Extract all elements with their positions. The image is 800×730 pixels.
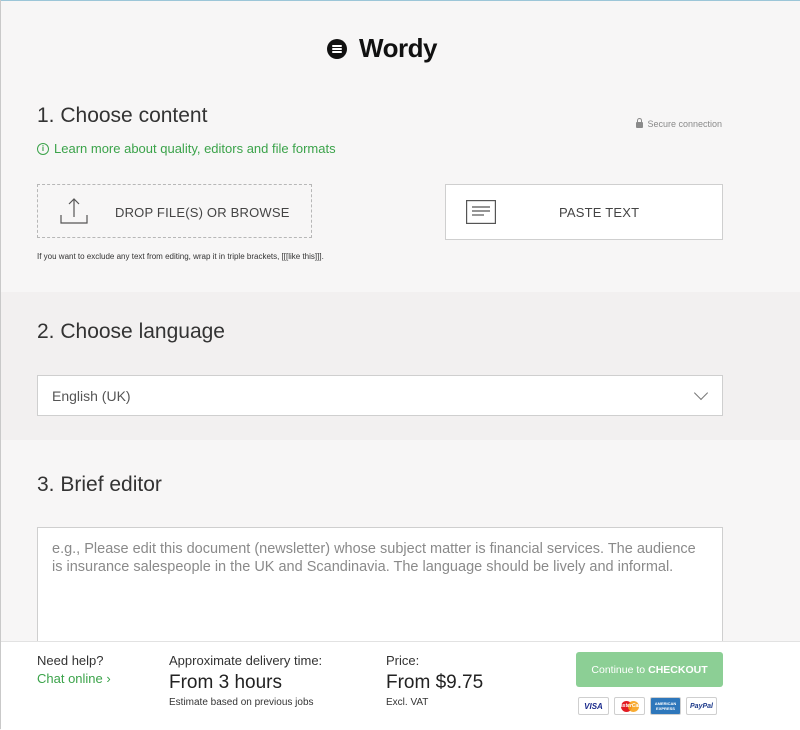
brand-logo[interactable]: Wordy (327, 33, 437, 64)
text-document-icon (466, 200, 496, 224)
drop-files-label: DROP FILE(S) OR BROWSE (115, 205, 290, 220)
price-value: From $9.75 (386, 672, 484, 693)
info-icon: i (37, 142, 49, 155)
checkout-footer: Need help? Chat online › Approximate del… (1, 641, 800, 730)
learn-more-link[interactable]: i Learn more about quality, editors and … (37, 141, 336, 156)
delivery-time-value: From 3 hours (169, 672, 282, 693)
section-title-choose-language: 2. Choose language (37, 320, 225, 343)
price-label: Price: (386, 653, 420, 668)
language-section-background (1, 292, 800, 440)
learn-more-label: Learn more about quality, editors and fi… (54, 141, 336, 156)
mastercard-label: MasterCard (615, 703, 644, 709)
amex-card-icon: AMERICAN EXPRESS (650, 697, 681, 715)
paste-text-button[interactable]: PASTE TEXT (445, 184, 723, 240)
lock-icon (636, 118, 644, 128)
visa-card-icon: VISA (578, 697, 609, 715)
secure-connection-label: Secure connection (647, 119, 722, 129)
need-help-label: Need help? (37, 653, 104, 668)
delivery-time-note: Estimate based on previous jobs (169, 697, 314, 708)
drop-files-button[interactable]: DROP FILE(S) OR BROWSE (37, 184, 312, 238)
checkout-prefix: Continue to (591, 663, 646, 676)
delivery-time-label: Approximate delivery time: (169, 653, 323, 668)
payment-methods: VISA MasterCard AMERICAN EXPRESS PayPal (578, 697, 717, 715)
section-title-brief-editor: 3. Brief editor (37, 473, 162, 496)
chevron-down-icon (693, 385, 709, 401)
wordy-logo-icon (327, 38, 347, 59)
brief-editor-textarea[interactable] (37, 527, 723, 652)
language-select[interactable]: English (UK) (37, 375, 723, 416)
price-note: Excl. VAT (386, 697, 429, 708)
top-border (0, 0, 800, 1)
chat-online-link[interactable]: Chat online › (37, 671, 111, 686)
paypal-icon: PayPal (686, 697, 717, 715)
secure-connection: Secure connection (636, 118, 722, 129)
checkout-strong: CHECKOUT (648, 663, 708, 676)
brand-name: Wordy (359, 33, 437, 63)
checkout-button[interactable]: Continue to CHECKOUT (576, 652, 723, 687)
mastercard-icon: MasterCard (614, 697, 645, 715)
exclude-text-note: If you want to exclude any text from edi… (37, 252, 324, 261)
section-title-choose-content: 1. Choose content (37, 104, 208, 127)
upload-icon (60, 198, 88, 224)
language-select-value: English (UK) (52, 388, 131, 404)
paste-text-label: PASTE TEXT (559, 205, 640, 220)
